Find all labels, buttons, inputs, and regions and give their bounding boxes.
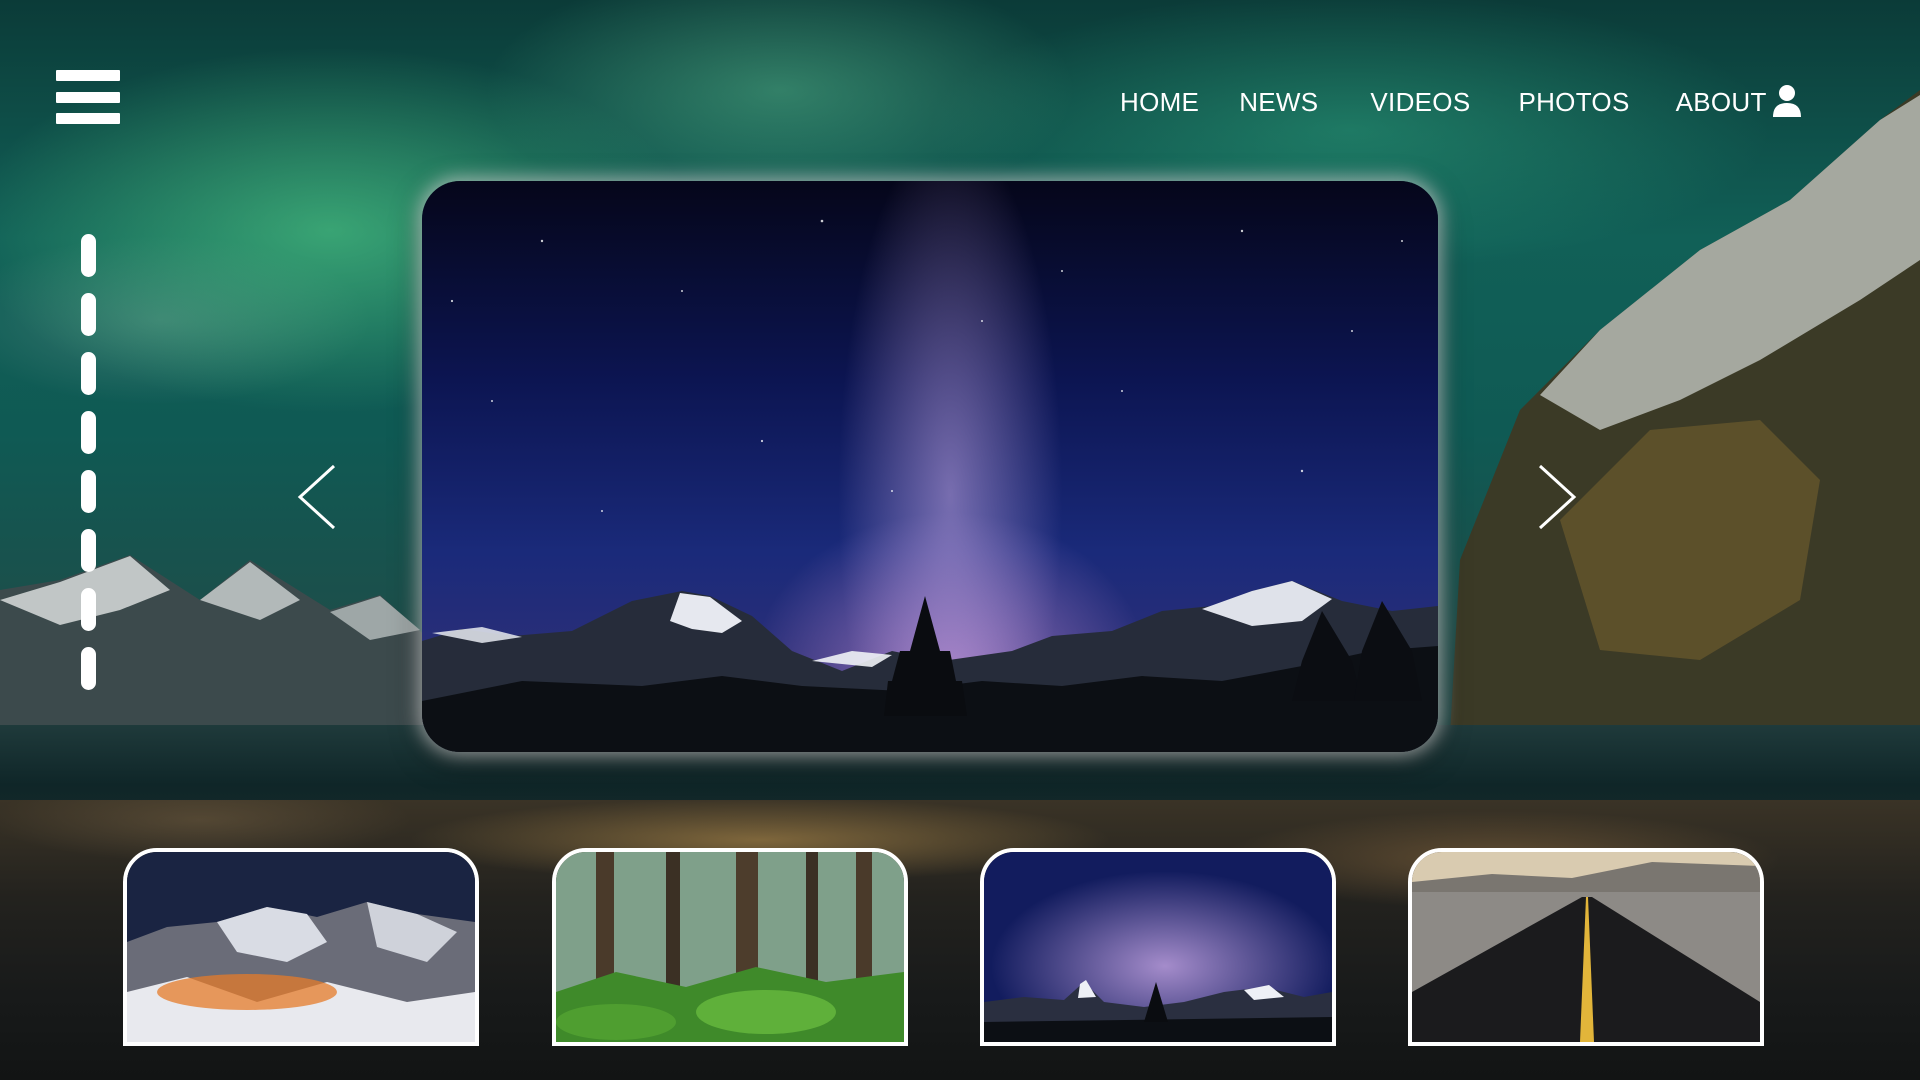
thumbnail-highway[interactable]: [1408, 848, 1764, 1046]
slide-pager: [81, 234, 97, 690]
thumbnail-image: [127, 852, 475, 1042]
hamburger-menu-icon[interactable]: [56, 70, 120, 124]
nav-about[interactable]: ABOUT: [1676, 87, 1767, 118]
main-nav: HOME NEWS VIDEOS PHOTOS ABOUT: [1120, 82, 1807, 122]
pager-dash[interactable]: [81, 647, 96, 690]
pager-dash[interactable]: [81, 588, 96, 631]
chevron-right-icon[interactable]: [1534, 462, 1580, 532]
hero-image[interactable]: [422, 181, 1438, 752]
pager-dash[interactable]: [81, 470, 96, 513]
thumbnail-forest[interactable]: [552, 848, 908, 1046]
pager-dash[interactable]: [81, 529, 96, 572]
pager-dash[interactable]: [81, 293, 96, 336]
nav-home[interactable]: HOME: [1120, 87, 1199, 118]
pager-dash[interactable]: [81, 352, 96, 395]
thumbnail-image: [556, 852, 904, 1042]
thumbnail-snowy-mountains[interactable]: [123, 848, 479, 1046]
hero-landscape: [422, 219, 1438, 752]
menu-bar: [56, 91, 120, 103]
thumbnail-image: [984, 852, 1332, 1042]
chevron-left-icon[interactable]: [294, 462, 340, 532]
nav-news[interactable]: NEWS: [1239, 87, 1318, 118]
pager-dash[interactable]: [81, 234, 96, 277]
thumbnail-milky-way[interactable]: [980, 848, 1336, 1046]
pager-dash[interactable]: [81, 411, 96, 454]
thumbnail-image: [1412, 852, 1760, 1042]
nav-photos[interactable]: PHOTOS: [1518, 87, 1629, 118]
nav-videos[interactable]: VIDEOS: [1370, 87, 1470, 118]
user-icon[interactable]: [1772, 84, 1802, 118]
menu-bar: [56, 70, 120, 81]
menu-bar: [56, 113, 120, 124]
